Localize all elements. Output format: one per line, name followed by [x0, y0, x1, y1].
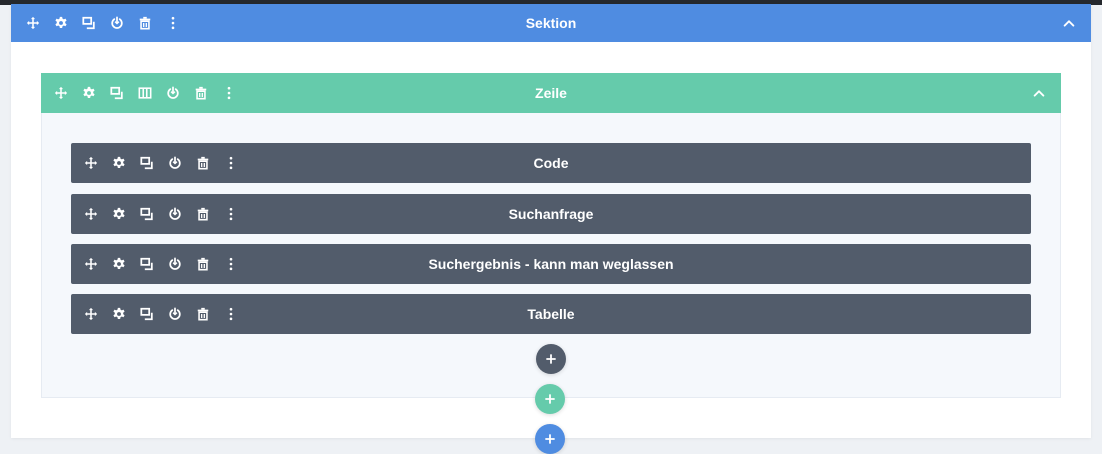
duplicate-icon[interactable]: [133, 300, 161, 328]
more-icon[interactable]: [215, 79, 243, 107]
gear-icon[interactable]: [75, 79, 103, 107]
row-header[interactable]: Zeile: [41, 73, 1061, 113]
columns-icon[interactable]: [131, 79, 159, 107]
trash-icon[interactable]: [131, 9, 159, 37]
power-icon[interactable]: [161, 149, 189, 177]
row-toolbar: [47, 73, 243, 113]
section-container: Sektion Zeile Code Suchanfrage Suchergeb…: [11, 4, 1091, 454]
power-icon[interactable]: [103, 9, 131, 37]
move-icon[interactable]: [77, 300, 105, 328]
power-icon[interactable]: [161, 300, 189, 328]
gear-icon[interactable]: [105, 149, 133, 177]
plus-icon: [546, 354, 556, 364]
more-icon[interactable]: [217, 250, 245, 278]
trash-icon[interactable]: [189, 300, 217, 328]
move-icon[interactable]: [77, 250, 105, 278]
gear-icon[interactable]: [47, 9, 75, 37]
power-icon[interactable]: [161, 200, 189, 228]
module-bar[interactable]: Suchanfrage: [71, 194, 1031, 234]
section-toolbar: [19, 4, 187, 42]
power-icon[interactable]: [159, 79, 187, 107]
add-row-button[interactable]: [535, 384, 565, 414]
move-icon[interactable]: [77, 200, 105, 228]
gear-icon[interactable]: [105, 200, 133, 228]
section-header[interactable]: Sektion: [11, 4, 1091, 42]
trash-icon[interactable]: [189, 149, 217, 177]
more-icon[interactable]: [159, 9, 187, 37]
duplicate-icon[interactable]: [75, 9, 103, 37]
trash-icon[interactable]: [189, 250, 217, 278]
duplicate-icon[interactable]: [133, 149, 161, 177]
trash-icon[interactable]: [187, 79, 215, 107]
more-icon[interactable]: [217, 200, 245, 228]
plus-icon: [545, 394, 555, 404]
module-toolbar: [77, 143, 245, 183]
gear-icon[interactable]: [105, 250, 133, 278]
module-bar[interactable]: Tabelle: [71, 294, 1031, 334]
gear-icon[interactable]: [105, 300, 133, 328]
module-bar[interactable]: Suchergebnis - kann man weglassen: [71, 244, 1031, 284]
move-icon[interactable]: [77, 149, 105, 177]
plus-icon: [545, 434, 555, 444]
trash-icon[interactable]: [189, 200, 217, 228]
move-icon[interactable]: [19, 9, 47, 37]
chevron-up-icon[interactable]: [1061, 15, 1077, 31]
chevron-up-icon[interactable]: [1031, 85, 1047, 101]
move-icon[interactable]: [47, 79, 75, 107]
duplicate-icon[interactable]: [103, 79, 131, 107]
duplicate-icon[interactable]: [133, 250, 161, 278]
row-container: Zeile Code Suchanfrage Suchergebnis - ka…: [41, 73, 1061, 398]
more-icon[interactable]: [217, 300, 245, 328]
module-toolbar: [77, 244, 245, 284]
module-toolbar: [77, 294, 245, 334]
more-icon[interactable]: [217, 149, 245, 177]
module-toolbar: [77, 194, 245, 234]
power-icon[interactable]: [161, 250, 189, 278]
duplicate-icon[interactable]: [133, 200, 161, 228]
module-bar[interactable]: Code: [71, 143, 1031, 183]
add-module-button[interactable]: [536, 344, 566, 374]
